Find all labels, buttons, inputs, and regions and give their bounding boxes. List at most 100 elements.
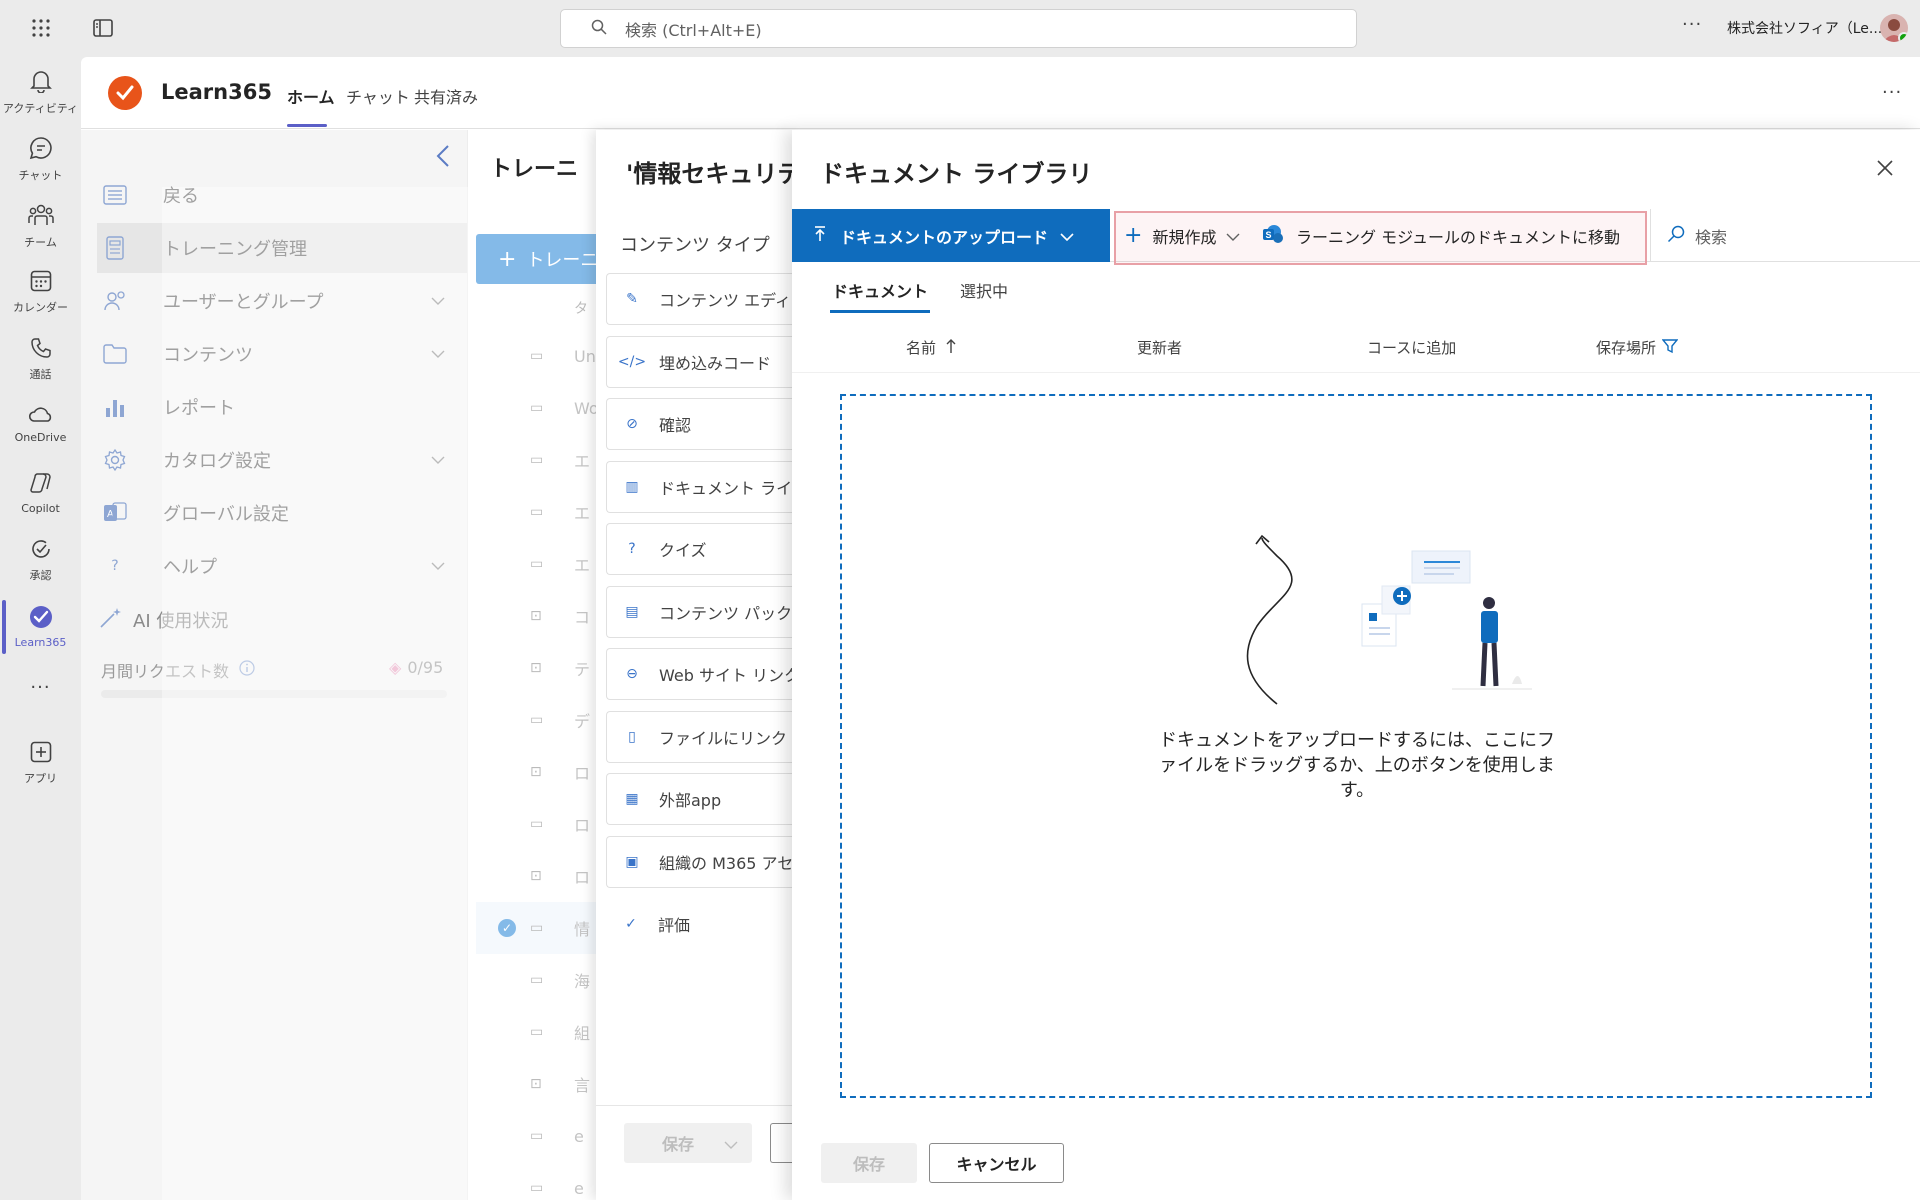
search-icon: [1667, 225, 1685, 247]
top-bar: 検索 (Ctrl+Alt+E) ··· 株式会社ソフィア（Le...: [0, 0, 1920, 57]
content-type-label: クイズ: [659, 541, 707, 560]
save-button[interactable]: 保存: [821, 1143, 917, 1183]
column-name[interactable]: 名前: [906, 337, 956, 358]
chevron-down-icon[interactable]: [724, 1134, 738, 1153]
upload-documents-button[interactable]: ドキュメントのアップロード: [792, 209, 1110, 262]
global-search-input[interactable]: 検索 (Ctrl+Alt+E): [560, 9, 1357, 48]
tab-chat[interactable]: チャット: [346, 84, 410, 108]
content-type-item[interactable]: ✓ 評価: [606, 898, 806, 950]
column-location[interactable]: 保存場所: [1596, 337, 1679, 358]
app-grid-icon: ▦: [625, 791, 639, 807]
filter-icon[interactable]: [1661, 338, 1679, 358]
content-type-item[interactable]: ▥ ドキュメント ライ: [606, 460, 806, 513]
empty-state-illustration: [1246, 534, 1532, 705]
rail-label: チーム: [24, 236, 57, 249]
back-list-icon: [101, 181, 129, 209]
rail-label: チャット: [18, 169, 63, 182]
tab-shared[interactable]: 共有済み: [414, 84, 478, 108]
rail-label: Copilot: [21, 502, 60, 515]
content-type-label: 確認: [659, 416, 692, 435]
search-icon: [591, 19, 607, 39]
folder-icon: [101, 340, 129, 368]
rail-item-calls[interactable]: 通話: [0, 337, 81, 382]
settings-more-icon[interactable]: ···: [1682, 14, 1702, 35]
close-icon[interactable]: [1876, 158, 1894, 183]
rail-item-calendar[interactable]: カレンダー: [0, 270, 81, 315]
search-placeholder: 検索 (Ctrl+Alt+E): [625, 20, 762, 40]
app-title: Learn365: [161, 80, 272, 104]
checklist-icon: ⊘: [626, 416, 638, 432]
training-icon: [101, 234, 129, 262]
document-search-input[interactable]: 検索: [1650, 209, 1920, 262]
column-add-to-course[interactable]: コースに追加: [1367, 337, 1456, 358]
new-button[interactable]: + 新規作成: [1124, 209, 1240, 262]
content-type-panel: '情報セキュリテ コンテンツ タイプ ✎ コンテンツ エディ </> 埋め込みコード ⊘…: [596, 130, 806, 1200]
file-drop-zone[interactable]: ドキュメントをアップロードするには、ここにファイルをドラッグするか、上のボタンを…: [840, 394, 1872, 1098]
go-to-module-documents-button[interactable]: S ラーニング モジュールのドキュメントに移動: [1262, 209, 1620, 262]
panel-footer: 保存: [596, 1105, 800, 1200]
rail-label: 承認: [29, 569, 52, 582]
approval-icon: [30, 538, 52, 564]
content-type-item[interactable]: ✎ コンテンツ エディ: [606, 273, 806, 325]
magic-wand-icon: [99, 607, 123, 633]
column-location-label: 保存場所: [1596, 339, 1657, 357]
app-launcher-icon[interactable]: [27, 14, 55, 42]
content-type-item[interactable]: ? クイズ: [606, 523, 806, 575]
presence-available-icon: [1898, 32, 1908, 42]
avatar[interactable]: [1880, 14, 1908, 42]
rail-item-activity[interactable]: アクティビティ: [0, 69, 81, 116]
users-icon: [101, 287, 129, 315]
sidebar-toggle-icon[interactable]: [89, 14, 117, 42]
rail-item-approvals[interactable]: 承認: [0, 538, 81, 583]
package-icon: ▤: [625, 603, 639, 620]
app-header: Learn365 ホーム チャット 共有済み ···: [81, 57, 1920, 129]
column-modified-by[interactable]: 更新者: [1137, 337, 1182, 358]
edit-icon: ✎: [626, 291, 638, 307]
phone-icon: [30, 337, 52, 363]
new-label: 新規作成: [1152, 227, 1217, 247]
svg-text:S: S: [1266, 230, 1272, 240]
rail-label: 通話: [29, 368, 52, 381]
question-icon: ?: [628, 541, 636, 557]
teams-icon: [27, 203, 54, 231]
chevron-down-icon: [1060, 226, 1074, 245]
content-type-item[interactable]: ⊖ Web サイト リンク: [606, 648, 806, 700]
code-icon: </>: [617, 353, 647, 370]
organization-name[interactable]: 株式会社ソフィア（Le...: [1727, 18, 1882, 38]
tab-selected[interactable]: 選択中: [960, 278, 1008, 302]
content-type-label: 外部app: [659, 791, 722, 810]
rail-item-learn365[interactable]: Learn365: [0, 605, 81, 649]
content-type-item[interactable]: ⊘ 確認: [606, 398, 806, 450]
sharepoint-icon: S: [1262, 224, 1284, 248]
app-more-icon[interactable]: ···: [1882, 82, 1902, 103]
column-name-label: 名前: [906, 339, 937, 357]
rail-item-apps[interactable]: アプリ: [0, 741, 81, 786]
upload-label: ドキュメントのアップロード: [840, 227, 1049, 247]
content-type-heading: コンテンツ タイプ: [620, 235, 770, 256]
org-folder-icon: ▣: [625, 853, 639, 870]
content-type-label: ドキュメント ライ: [659, 478, 793, 498]
content-type-item[interactable]: </> 埋め込みコード: [606, 335, 806, 388]
save-split-button[interactable]: 保存: [624, 1123, 752, 1163]
content-type-item[interactable]: ▯ ファイルにリンク: [606, 710, 806, 763]
plus-icon: +: [1124, 223, 1143, 248]
rail-more-apps-icon[interactable]: ···: [0, 677, 81, 698]
rail-item-onedrive[interactable]: OneDrive: [0, 404, 81, 444]
content-type-item[interactable]: ▤ コンテンツ パック: [606, 585, 806, 638]
copilot-icon: [29, 471, 53, 499]
rail-item-copilot[interactable]: Copilot: [0, 471, 81, 515]
go-to-label: ラーニング モジュールのドキュメントに移動: [1296, 227, 1620, 247]
rail-label: Learn365: [14, 636, 67, 649]
rail-label: アクティビティ: [2, 102, 79, 115]
tab-home[interactable]: ホーム: [287, 84, 335, 108]
save-label: 保存: [662, 1135, 695, 1154]
content-type-item[interactable]: ▣ 組織の M365 アセ: [606, 835, 806, 888]
content-type-item[interactable]: ▦ 外部app: [606, 773, 806, 825]
content-type-label: コンテンツ エディ: [659, 291, 791, 310]
add-app-icon: [30, 741, 52, 767]
tab-documents[interactable]: ドキュメント: [832, 278, 928, 302]
cancel-button[interactable]: キャンセル: [929, 1143, 1064, 1183]
rail-item-chat[interactable]: チャット: [0, 136, 81, 183]
cloud-icon: [28, 404, 54, 428]
rail-item-teams[interactable]: チーム: [0, 203, 81, 250]
